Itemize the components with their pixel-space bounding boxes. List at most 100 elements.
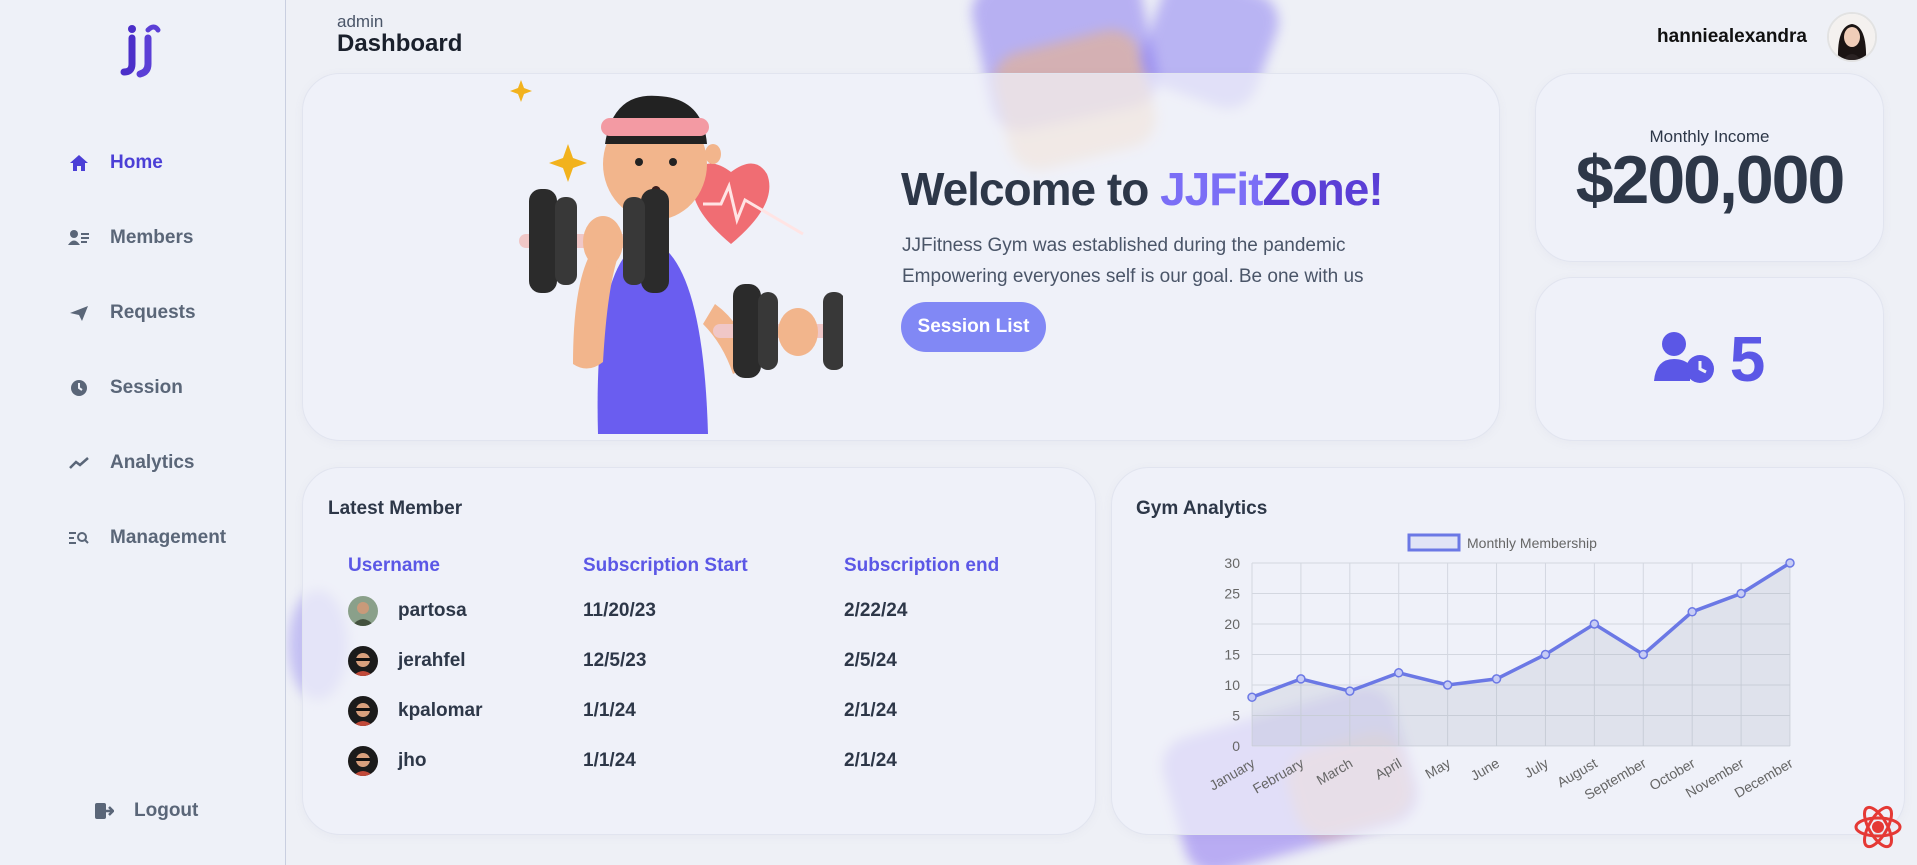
members-icon: [68, 227, 90, 249]
member-username: kpalomar: [398, 700, 483, 721]
y-tick-label: 30: [1224, 555, 1240, 571]
membership-line-chart: 0 5 10 15 20 25 30 JanuaryFebruary March April May…: [1206, 533, 1796, 803]
home-icon: [68, 152, 90, 174]
subscription-end: 2/22/24: [844, 600, 908, 621]
members-table: Username Subscription Start Subscription…: [348, 546, 1048, 786]
search-list-icon: [68, 527, 90, 549]
data-point: [1393, 668, 1404, 678]
y-tick-label: 10: [1224, 677, 1240, 693]
x-tick-label: January: [1206, 755, 1257, 794]
table-header: Username Subscription Start Subscription…: [348, 546, 1048, 586]
sidebar-item-label: Requests: [110, 301, 196, 323]
sidebar-item-home[interactable]: Home: [68, 125, 226, 200]
subscription-end: 2/5/24: [844, 650, 897, 671]
sidebar-item-label: Session: [110, 376, 183, 398]
subscription-end: 2/1/24: [844, 700, 897, 721]
clock-icon: [68, 377, 90, 399]
sidebar: Home Members Requests Session Analytics: [0, 0, 286, 865]
avatar[interactable]: [1827, 12, 1877, 62]
logout-button[interactable]: Logout: [94, 800, 198, 822]
data-point: [1638, 649, 1649, 660]
user-clock-icon: [1653, 331, 1716, 388]
column-header: Subscription end: [844, 555, 1000, 576]
session-count: 5: [1729, 323, 1766, 395]
sidebar-item-members[interactable]: Members: [68, 200, 226, 275]
latest-member-card: Latest Member Username Subscription Star…: [302, 467, 1096, 835]
data-point: [1247, 692, 1257, 702]
y-tick-label: 25: [1224, 586, 1240, 602]
welcome-prefix: Welcome to: [901, 163, 1161, 215]
session-count-card[interactable]: 5: [1535, 277, 1884, 441]
latest-member-title: Latest Member: [328, 498, 463, 519]
username: hanniealexandra: [1657, 26, 1807, 47]
subscription-start: 1/1/24: [583, 750, 636, 771]
data-point: [1345, 686, 1355, 696]
x-tick-label: April: [1372, 755, 1404, 783]
sidebar-nav: Home Members Requests Session Analytics: [68, 125, 226, 575]
welcome-card: Welcome to JJFitZone! JJFitness Gym was …: [302, 73, 1500, 441]
data-point: [1589, 619, 1600, 629]
sidebar-item-label: Management: [110, 526, 227, 548]
page-title: Dashboard: [337, 30, 463, 57]
welcome-title: Welcome to JJFitZone!: [901, 162, 1384, 216]
jj-logo-icon[interactable]: [120, 18, 164, 82]
description-line: Empowering everyones self is our goal. B…: [902, 266, 1364, 287]
page-header: admin Dashboard: [337, 12, 462, 58]
subscription-start: 1/1/24: [583, 700, 636, 721]
sidebar-item-session[interactable]: Session: [68, 350, 226, 425]
x-tick-label: May: [1422, 755, 1453, 782]
legend-swatch: [1407, 533, 1461, 552]
breadcrumb: admin: [337, 12, 384, 31]
member-username: partosa: [398, 600, 467, 621]
y-tick-label: 5: [1232, 708, 1240, 724]
data-point: [1491, 674, 1502, 684]
x-tick-label: February: [1250, 755, 1307, 797]
sidebar-item-requests[interactable]: Requests: [68, 275, 226, 350]
avatar: [348, 596, 378, 626]
table-row[interactable]: kpalomar 1/1/24 2/1/24: [348, 686, 1048, 736]
welcome-description: JJFitness Gym was established during the…: [902, 230, 1364, 292]
subscription-start: 11/20/23: [583, 600, 656, 621]
data-point: [1442, 680, 1453, 690]
column-header: Subscription Start: [583, 555, 748, 576]
table-row[interactable]: jerahfel 12/5/23 2/5/24: [348, 636, 1048, 686]
sidebar-item-management[interactable]: Management: [68, 500, 226, 575]
subscription-start: 12/5/23: [583, 650, 647, 671]
data-point: [1687, 607, 1697, 617]
y-tick-label: 20: [1224, 616, 1240, 632]
paper-plane-icon: [68, 302, 90, 324]
column-header: Username: [348, 555, 440, 576]
sidebar-item-analytics[interactable]: Analytics: [68, 425, 226, 500]
x-tick-label: June: [1468, 755, 1502, 784]
session-list-button[interactable]: Session List: [901, 302, 1046, 352]
data-point: [1296, 674, 1306, 684]
y-tick-label: 15: [1224, 647, 1240, 663]
income-value: $200,000: [1575, 142, 1846, 218]
brand-name-part-b: Zone!: [1262, 163, 1383, 215]
description-line: JJFitness Gym was established during the…: [902, 235, 1346, 256]
table-row[interactable]: jho 1/1/24 2/1/24: [348, 736, 1048, 786]
x-tick-label: July: [1521, 755, 1551, 781]
trend-icon: [68, 452, 90, 474]
avatar: [348, 646, 378, 676]
avatar: [348, 696, 378, 726]
x-tick-label: March: [1314, 755, 1356, 788]
fitness-illustration: [403, 74, 919, 442]
sidebar-item-label: Home: [110, 151, 163, 173]
user-menu[interactable]: hanniealexandra: [1657, 12, 1877, 62]
avatar: [348, 746, 378, 776]
y-tick-label: 0: [1232, 738, 1240, 754]
member-username: jho: [398, 750, 427, 771]
subscription-end: 2/1/24: [844, 750, 897, 771]
brand-name-part-a: JJFit: [1160, 163, 1263, 215]
table-row[interactable]: partosa 11/20/23 2/22/24: [348, 586, 1048, 636]
sidebar-item-label: Members: [110, 226, 194, 248]
data-point: [1540, 649, 1551, 660]
member-username: jerahfel: [398, 650, 466, 671]
logout-icon: [94, 800, 116, 822]
legend-label: Monthly Membership: [1467, 535, 1597, 551]
data-point: [1785, 558, 1795, 568]
monthly-income-card: Monthly Income $200,000: [1535, 73, 1884, 262]
react-icon[interactable]: [1853, 802, 1903, 857]
logout-label: Logout: [134, 800, 199, 821]
